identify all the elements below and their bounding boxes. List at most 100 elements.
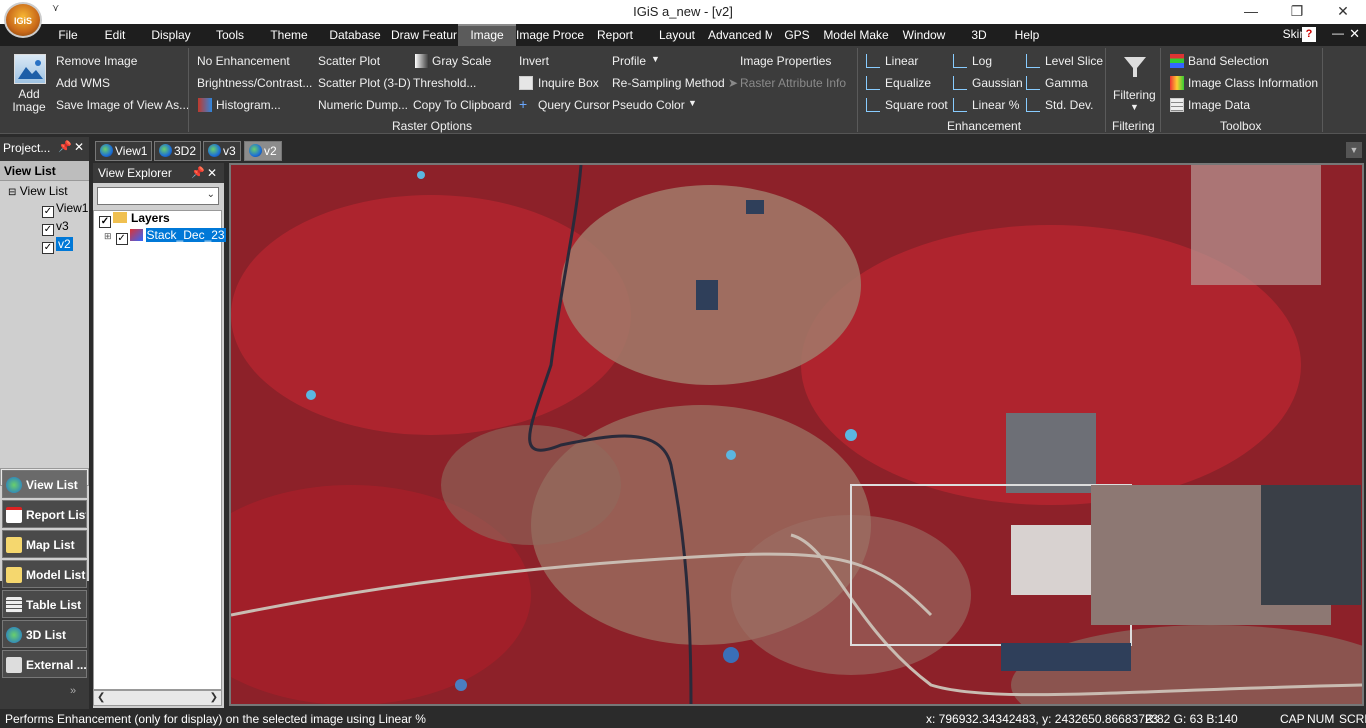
- level-slice-button[interactable]: Level Slice: [1045, 54, 1103, 68]
- menu-model-maker[interactable]: Model Make: [822, 24, 890, 46]
- menu-3d[interactable]: 3D: [958, 24, 1000, 46]
- menu-layout[interactable]: Layout: [646, 24, 708, 46]
- menu-file[interactable]: File: [46, 24, 90, 46]
- save-image-of-view-button[interactable]: Save Image of View As...: [56, 98, 189, 112]
- menu-database[interactable]: Database: [320, 24, 390, 46]
- tree-item-label: View1: [56, 201, 89, 215]
- menu-tools[interactable]: Tools: [202, 24, 258, 46]
- profile-dropdown[interactable]: Profile: [612, 54, 646, 68]
- linear-percent-button[interactable]: Linear %: [972, 98, 1019, 112]
- tab-view1[interactable]: View1: [95, 141, 153, 161]
- raster-layer-icon: [129, 229, 143, 241]
- nav-view-list[interactable]: View List: [2, 470, 87, 498]
- close-icon[interactable]: ✕: [207, 166, 217, 180]
- image-class-information-button[interactable]: Image Class Information: [1188, 76, 1318, 90]
- nav-3d-list[interactable]: 3D List: [2, 620, 87, 648]
- image-properties-button[interactable]: Image Properties: [740, 54, 831, 68]
- menu-gps[interactable]: GPS: [772, 24, 822, 46]
- numeric-dump-button[interactable]: Numeric Dump...: [318, 98, 408, 112]
- invert-button[interactable]: Invert: [519, 54, 549, 68]
- std-dev-button[interactable]: Std. Dev.: [1045, 98, 1093, 112]
- square-root-button[interactable]: Square root: [885, 98, 948, 112]
- menu-image-processing[interactable]: Image Proce: [516, 24, 584, 46]
- help-icon[interactable]: ?: [1302, 27, 1316, 42]
- image-map-view[interactable]: [229, 163, 1364, 706]
- menu-theme[interactable]: Theme: [258, 24, 320, 46]
- folder-icon: [113, 212, 127, 223]
- checkbox[interactable]: ✓: [115, 233, 128, 245]
- tab-v3[interactable]: v3: [203, 141, 241, 161]
- nav-table-list[interactable]: Table List: [2, 590, 87, 618]
- log-button[interactable]: Log: [972, 54, 992, 68]
- band-selection-button[interactable]: Band Selection: [1188, 54, 1269, 68]
- expand-icon[interactable]: »: [70, 685, 76, 697]
- layers-node[interactable]: ✓ Layers: [99, 211, 170, 228]
- threshold-button[interactable]: Threshold...: [413, 76, 476, 90]
- raster-attribute-info-button[interactable]: Raster Attribute Info: [740, 76, 846, 90]
- tree-root-label: View List: [19, 184, 68, 198]
- horizontal-scrollbar[interactable]: ❮ ❯: [93, 690, 222, 706]
- pin-icon[interactable]: 📌: [191, 166, 205, 179]
- doc-close-icon[interactable]: ✕: [1349, 26, 1360, 42]
- no-enhancement-button[interactable]: No Enhancement: [197, 54, 290, 68]
- menu-display[interactable]: Display: [140, 24, 202, 46]
- layer-item[interactable]: ⊞ ✓ Stack_Dec_23: [104, 228, 226, 245]
- menu-image[interactable]: Image: [458, 24, 516, 46]
- add-wms-button[interactable]: Add WMS: [56, 76, 110, 90]
- nav-map-list[interactable]: Map List: [2, 530, 87, 558]
- scatter-plot-3d-button[interactable]: Scatter Plot (3-D): [318, 76, 411, 90]
- scroll-left-icon[interactable]: ❮: [97, 692, 105, 703]
- view-explorer-combo[interactable]: ⌄: [97, 187, 219, 205]
- raster-attribute-icon: ➤: [728, 76, 739, 90]
- pin-icon[interactable]: 📌: [58, 140, 72, 153]
- histogram-button[interactable]: Histogram...: [216, 98, 281, 112]
- tree-item-v3[interactable]: ✓ v3: [42, 219, 69, 236]
- nav-report-list[interactable]: Report List: [2, 500, 87, 528]
- tab-v2[interactable]: v2: [244, 141, 282, 161]
- expand-icon[interactable]: ⊞: [104, 231, 112, 241]
- checkbox[interactable]: ✓: [42, 206, 54, 218]
- scatter-plot-button[interactable]: Scatter Plot: [318, 54, 380, 68]
- copy-to-clipboard-button[interactable]: Copy To Clipboard: [413, 98, 512, 112]
- gaussian-button[interactable]: Gaussian: [972, 76, 1023, 90]
- close-icon[interactable]: ✕: [74, 140, 84, 154]
- gray-scale-button[interactable]: Gray Scale: [432, 54, 491, 68]
- nav-label: View List: [26, 478, 78, 492]
- inquire-box-button[interactable]: Inquire Box: [538, 76, 599, 90]
- resampling-method-button[interactable]: Re-Sampling Method: [612, 76, 725, 90]
- maximize-button[interactable]: ❐: [1274, 0, 1320, 24]
- checkbox[interactable]: ✓: [42, 242, 54, 254]
- menu-help[interactable]: Help: [1000, 24, 1054, 46]
- tab-3d2[interactable]: 3D2: [154, 141, 202, 161]
- equalize-button[interactable]: Equalize: [885, 76, 931, 90]
- level-slice-icon: [1026, 54, 1040, 68]
- menu-advanced[interactable]: Advanced M: [708, 24, 772, 46]
- add-image-button[interactable]: Add Image: [10, 88, 48, 114]
- image-data-button[interactable]: Image Data: [1188, 98, 1250, 112]
- checkbox[interactable]: ✓: [99, 216, 111, 228]
- remove-image-button[interactable]: Remove Image: [56, 54, 137, 68]
- query-cursor-button[interactable]: Query Cursor: [538, 98, 610, 112]
- brightness-contrast-button[interactable]: Brightness/Contrast...: [197, 76, 312, 90]
- tree-item-view1[interactable]: ✓ View1: [42, 201, 88, 218]
- minimize-button[interactable]: —: [1228, 0, 1274, 24]
- toolbox-label: Toolbox: [1220, 119, 1262, 133]
- nav-external[interactable]: External ...: [2, 650, 87, 678]
- menu-draw-feature[interactable]: Draw Featur: [390, 24, 458, 46]
- gamma-button[interactable]: Gamma: [1045, 76, 1088, 90]
- linear-button[interactable]: Linear: [885, 54, 918, 68]
- app-logo[interactable]: IGiS: [4, 2, 42, 38]
- menu-edit[interactable]: Edit: [90, 24, 140, 46]
- ribbon-minimize-icon[interactable]: —: [1332, 26, 1344, 40]
- nav-model-list[interactable]: Model List: [2, 560, 87, 588]
- filtering-button[interactable]: Filtering: [1113, 88, 1156, 102]
- tree-root[interactable]: ⊟ View List: [8, 184, 68, 198]
- menu-window[interactable]: Window: [890, 24, 958, 46]
- scroll-right-icon[interactable]: ❯: [210, 692, 218, 703]
- tab-list-dropdown[interactable]: ▼: [1346, 142, 1362, 158]
- tree-item-v2[interactable]: ✓ v2: [42, 237, 73, 254]
- close-button[interactable]: ✕: [1320, 0, 1366, 24]
- menu-report[interactable]: Report: [584, 24, 646, 46]
- checkbox[interactable]: ✓: [42, 224, 54, 236]
- pseudo-color-dropdown[interactable]: Pseudo Color: [612, 98, 685, 112]
